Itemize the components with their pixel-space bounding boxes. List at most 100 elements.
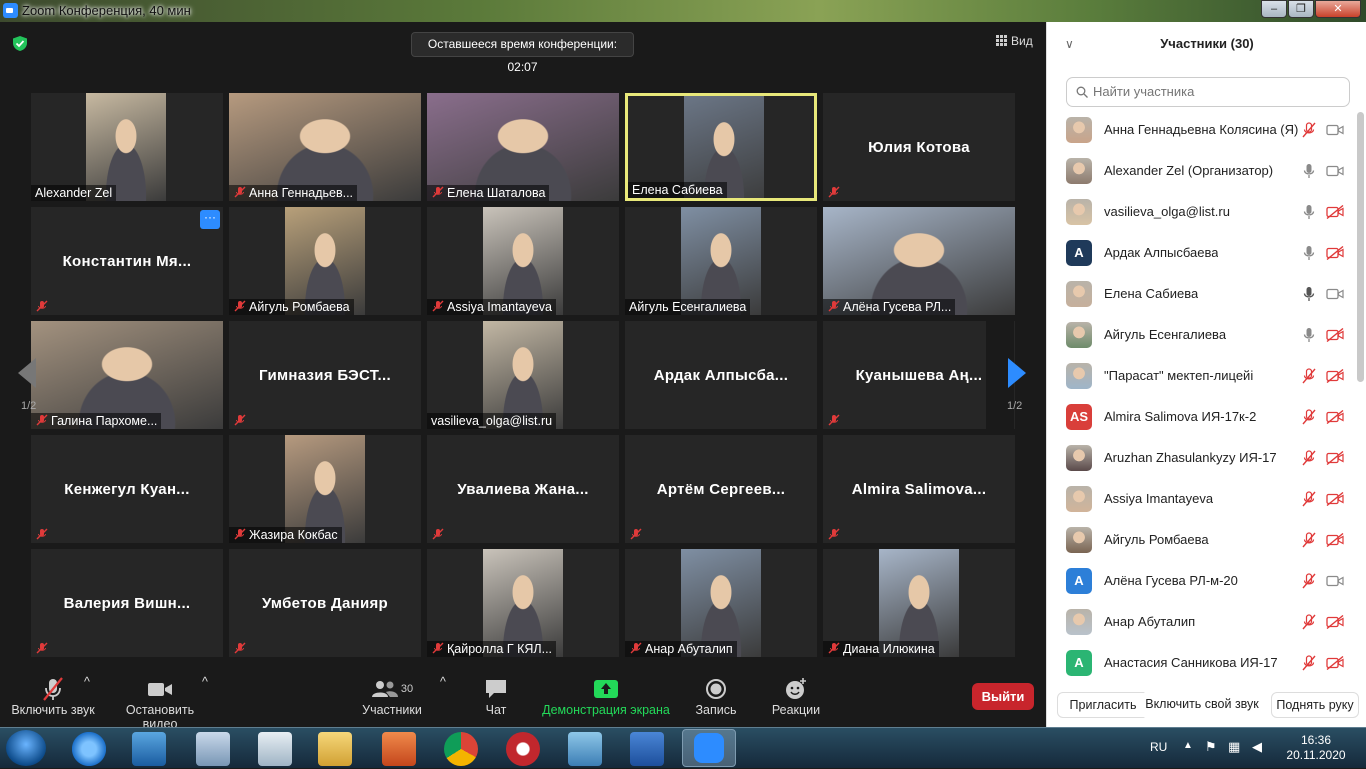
security-shield-icon[interactable] <box>12 35 28 52</box>
media-player-icon[interactable] <box>132 732 166 766</box>
file-explorer-icon[interactable] <box>318 732 352 766</box>
video-tile[interactable]: Юлия Котова <box>823 93 1015 201</box>
chat-button[interactable]: Чат <box>474 675 518 717</box>
video-tile[interactable]: Айгуль Есенгалиева <box>625 207 817 315</box>
video-tile[interactable]: Валерия Вишн... <box>31 549 223 657</box>
invite-button[interactable]: Пригласить <box>1057 692 1149 718</box>
participant-name: Assiya Imantayeva <box>1104 491 1214 506</box>
close-button[interactable]: ✕ <box>1315 0 1361 18</box>
mic-muted-icon <box>630 527 642 540</box>
video-tile[interactable]: Алёна Гусева РЛ... <box>823 207 1015 315</box>
minimize-button[interactable]: – <box>1261 0 1287 18</box>
video-tile[interactable]: Ардак Алпысба... <box>625 321 817 429</box>
participants-scrollbar[interactable] <box>1357 112 1364 382</box>
video-tile[interactable]: Елена Шаталова <box>427 93 619 201</box>
video-tile[interactable]: Увалиева Жана... <box>427 435 619 543</box>
page-indicator-right: 1/2 <box>1007 400 1023 412</box>
participant-name: Валерия Вишн... <box>63 594 191 612</box>
record-label: Запись <box>695 703 737 717</box>
system-clock[interactable]: 16:36 20.11.2020 <box>1272 733 1360 763</box>
participant-row[interactable]: Assiya Imantayeva <box>1047 479 1352 520</box>
scanner-icon[interactable] <box>196 732 230 766</box>
video-options-caret-icon[interactable]: ^ <box>202 675 208 689</box>
search-input[interactable] <box>1093 84 1343 99</box>
video-tile[interactable]: Елена Сабиева <box>625 93 817 201</box>
video-tile[interactable]: Assiya Imantayeva <box>427 207 619 315</box>
start-button[interactable] <box>6 730 46 766</box>
video-tile[interactable]: Айгуль Ромбаева <box>229 207 421 315</box>
participant-row[interactable]: AS Almira Salimova ИЯ-17к-2 <box>1047 397 1352 438</box>
participants-caret-icon[interactable]: ^ <box>440 675 446 689</box>
mic-icon <box>1302 286 1316 302</box>
calculator-icon[interactable] <box>258 732 292 766</box>
participant-row[interactable]: Aruzhan Zhasulankyzy ИЯ-17 <box>1047 438 1352 479</box>
video-off-icon <box>1326 204 1344 220</box>
participant-name: Анастасия Санникова ИЯ-17 <box>1104 655 1278 670</box>
participant-row[interactable]: A Алёна Гусева РЛ-м-20 <box>1047 561 1352 602</box>
video-tile[interactable]: Умбетов Данияр <box>229 549 421 657</box>
participant-row[interactable]: Айгуль Есенгалиева <box>1047 315 1352 356</box>
view-button[interactable]: Вид <box>996 34 1033 48</box>
app-icon-red[interactable] <box>506 732 540 766</box>
participant-name: Алёна Гусева РЛ-м-20 <box>1104 573 1238 588</box>
mic-muted-icon <box>1302 122 1316 138</box>
mic-muted-icon <box>1302 491 1316 507</box>
participant-avatar <box>1066 609 1092 635</box>
reactions-smiley-icon <box>786 678 806 699</box>
flag-icon[interactable]: ⚑ <box>1205 739 1217 755</box>
video-tile[interactable]: Қайролла Г КЯЛ... <box>427 549 619 657</box>
video-tile[interactable]: vasilieva_olga@list.ru <box>427 321 619 429</box>
collapse-chevron-icon[interactable]: ∨ <box>1065 22 1074 66</box>
powerpoint-icon[interactable] <box>382 732 416 766</box>
unmute-me-button[interactable]: Включить свой звук <box>1141 692 1263 718</box>
participants-button[interactable]: 30 Участники <box>358 675 426 717</box>
participant-row[interactable]: Анна Геннадьевна Колясина (Я) <box>1047 110 1352 151</box>
video-tile[interactable]: Галина Пархоме... <box>31 321 223 429</box>
video-tile[interactable]: Жазира Кокбас <box>229 435 421 543</box>
maximize-button[interactable]: ❐ <box>1288 0 1314 18</box>
volume-icon[interactable]: ◀ <box>1252 739 1262 755</box>
stop-video-button[interactable]: Остановить видео <box>108 675 212 731</box>
tile-more-options-button[interactable]: ··· <box>200 210 220 229</box>
mic-icon <box>1302 245 1316 261</box>
network-folder-icon[interactable] <box>568 732 602 766</box>
video-tile[interactable]: Диана Илюкина <box>823 549 1015 657</box>
participant-row[interactable]: Айгуль Ромбаева <box>1047 520 1352 561</box>
participant-name: Айгуль Ромбаева <box>1104 532 1209 547</box>
internet-explorer-icon[interactable] <box>72 732 106 766</box>
participant-row[interactable]: A Анастасия Санникова ИЯ-17 <box>1047 643 1352 684</box>
video-tile[interactable]: Alexander Zel <box>31 93 223 201</box>
participant-search[interactable] <box>1066 77 1350 107</box>
word-icon[interactable] <box>630 732 664 766</box>
zoom-taskbar-button[interactable] <box>682 729 736 767</box>
participant-row[interactable]: Alexander Zel (Организатор) <box>1047 151 1352 192</box>
record-button[interactable]: Запись <box>692 675 740 717</box>
participant-row[interactable]: A Ардак Алпысбаева <box>1047 233 1352 274</box>
language-indicator[interactable]: RU <box>1150 740 1174 754</box>
clock-time: 16:36 <box>1300 733 1332 747</box>
participant-avatar <box>1066 281 1092 307</box>
participant-row[interactable]: Елена Сабиева <box>1047 274 1352 315</box>
video-tile[interactable]: Кенжегул Куан... <box>31 435 223 543</box>
video-tile[interactable]: Анар Абуталип <box>625 549 817 657</box>
leave-meeting-button[interactable]: Выйти <box>972 683 1034 710</box>
participant-name-label: Айгуль Есенгалиева <box>625 299 751 315</box>
video-tile[interactable]: Гимназия БЭСТ... <box>229 321 421 429</box>
video-tile[interactable]: Константин Мя... ··· <box>31 207 223 315</box>
participant-row[interactable]: vasilieva_olga@list.ru <box>1047 192 1352 233</box>
view-label: Вид <box>1011 34 1033 48</box>
raise-hand-button[interactable]: Поднять руку <box>1271 692 1359 718</box>
audio-options-caret-icon[interactable]: ^ <box>84 675 90 689</box>
video-tile[interactable]: Almira Salimova... <box>823 435 1015 543</box>
reactions-button[interactable]: Реакции <box>768 675 824 717</box>
tray-expand-icon[interactable]: ▲ <box>1183 740 1193 751</box>
participant-name: Гимназия БЭСТ... <box>259 366 391 384</box>
chrome-icon[interactable] <box>444 732 478 766</box>
participant-row[interactable]: "Парасат" мектеп-лицейі <box>1047 356 1352 397</box>
video-tile[interactable]: Анна Геннадьев... <box>229 93 421 201</box>
video-tile[interactable]: Артём Сергеев... <box>625 435 817 543</box>
participant-row[interactable]: Анар Абуталип <box>1047 602 1352 643</box>
network-icon[interactable]: ▦ <box>1228 739 1240 755</box>
share-screen-button[interactable]: Демонстрация экрана <box>540 675 672 717</box>
window-title: Zoom Конференция, 40 мин <box>22 3 191 18</box>
